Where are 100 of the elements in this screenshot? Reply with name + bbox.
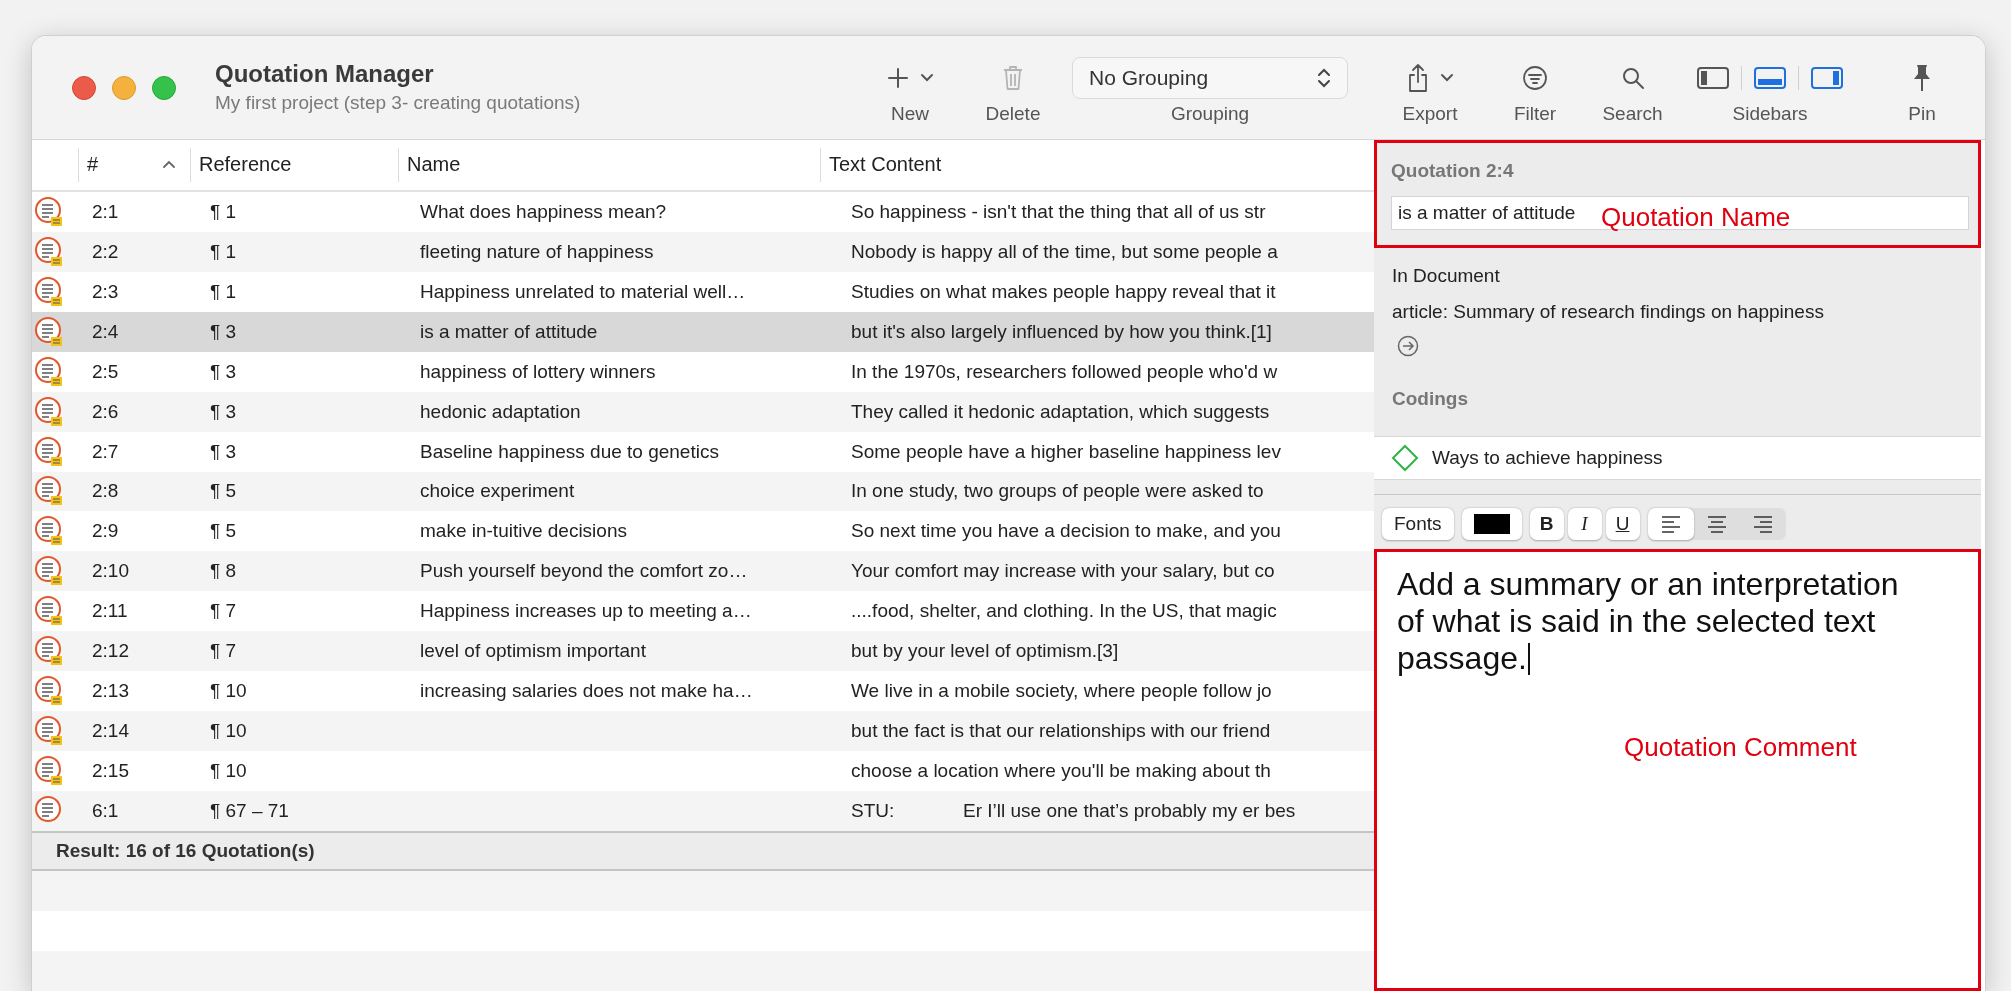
table-cell-text: 2:4 <box>91 320 120 343</box>
pin-icon <box>1911 63 1933 93</box>
table-cell: Your comfort may increase with your salary, but co <box>851 560 1275 583</box>
table-cell: hedonic adaptation <box>420 400 581 423</box>
table-cell: choose a location where you'll be making about th <box>851 760 1271 783</box>
table-cell: happiness of lottery winners <box>420 360 656 383</box>
underline-button[interactable]: U <box>1605 508 1640 540</box>
pin-button[interactable]: Pin <box>1880 36 1964 139</box>
window-title: Quotation Manager <box>215 60 435 88</box>
table-cell: Baseline happiness due to genetics <box>420 440 719 463</box>
table-cell: In the 1970s, researchers followed people who'd w <box>851 360 1278 383</box>
table-cell-text: 2:11 <box>91 600 129 623</box>
table-cell: They called it hedonic adaptation, which suggests <box>851 400 1270 423</box>
color-well[interactable] <box>1461 508 1522 540</box>
export-button[interactable]: Export <box>1380 36 1480 139</box>
result-count: Result: 16 of 16 Quotation(s) <box>56 839 315 862</box>
window-subtitle: My first project (step 3- creating quotations) <box>215 92 581 114</box>
table-cell-text: ¶ 1 <box>209 200 238 223</box>
table-cell: but the fact is that our relationships with our friend <box>851 720 1271 743</box>
table-cell-text: 2:13 <box>91 680 130 703</box>
table-cell-text: ¶ 3 <box>209 320 238 343</box>
table-cell-text: 2:10 <box>91 560 130 583</box>
sidebars-label: Sidebars <box>1732 102 1808 126</box>
table-cell-text: 6:1 <box>91 799 120 822</box>
annotation-label: Quotation Name <box>1601 202 1791 233</box>
table-cell: level of optimism important <box>420 640 646 663</box>
table-cell-text: ¶ 7 <box>209 640 238 663</box>
table-cell-text: 2:15 <box>91 760 130 783</box>
table-cell-text: ¶ 10 <box>209 680 248 703</box>
zoom-button[interactable] <box>152 76 176 100</box>
column-header[interactable]: # <box>78 148 190 182</box>
table-cell: but by your level of optimism.[3] <box>851 640 1119 663</box>
search-button[interactable]: Search <box>1585 36 1680 139</box>
close-button[interactable] <box>72 76 96 100</box>
table-cell-text: ¶ 10 <box>209 760 248 783</box>
caret-icon <box>920 73 934 83</box>
table-cell-text: 2:8 <box>91 480 120 503</box>
grouping-label: Grouping <box>1170 102 1250 126</box>
table-cell: In one study, two groups of people were asked to <box>851 480 1264 503</box>
table-cell: choice experiment <box>420 480 575 503</box>
sidebar-icon <box>1697 67 1729 89</box>
table-cell-text: 2:3 <box>91 280 120 303</box>
filter-icon <box>1522 65 1548 91</box>
comment-text: Add a summary or an interpretation of what is said in the selected text passage. <box>1397 566 1900 677</box>
table-cell: Happiness increases up to meeting a… <box>420 600 752 623</box>
filter-button[interactable]: Filter <box>1485 36 1585 139</box>
table-cell-text: 2:2 <box>91 240 120 263</box>
table-cell: Er I’ll use one that’s probably my er bes <box>963 799 1296 822</box>
plus-icon <box>886 66 910 90</box>
sidebar-icon <box>1811 67 1843 89</box>
table-cell: increasing salaries does not make ha… <box>420 680 753 703</box>
quotation-heading: Quotation 2:4 <box>1391 160 1515 182</box>
table-cell: Happiness unrelated to material well… <box>420 280 746 303</box>
speaker-label: STU: <box>851 799 896 822</box>
table-cell-text: ¶ 3 <box>209 400 238 423</box>
table-cell-text: ¶ 1 <box>209 240 238 263</box>
table-cell-text: 2:7 <box>91 440 120 463</box>
table-cell-text: ¶ 7 <box>209 600 238 623</box>
column-header[interactable]: Reference <box>190 148 398 182</box>
align-left-button[interactable] <box>1647 508 1694 540</box>
table-cell: So happiness - isn't that the thing that all of us str <box>851 200 1266 223</box>
comment-editor[interactable]: Add a summary or an interpretation of what is said in the selected text passage. Quotation Comment <box>1374 549 1981 991</box>
table-cell: fleeting nature of happiness <box>420 240 654 263</box>
table-cell-text: ¶ 1 <box>209 280 238 303</box>
table-cell-text: ¶ 3 <box>209 440 238 463</box>
trash-icon <box>1002 64 1024 92</box>
share-icon <box>1406 63 1430 93</box>
annotation-label: Quotation Comment <box>1624 732 1857 763</box>
table-cell: but it's also largely influenced by how you think.[1] <box>851 320 1272 343</box>
table-cell-text: 2:1 <box>91 200 120 223</box>
table-cell: make in-tuitive decisions <box>420 520 627 543</box>
table-cell: We live in a mobile society, where people follow jo <box>851 680 1272 703</box>
updown-icon <box>1317 67 1331 89</box>
new-button[interactable]: New <box>860 36 960 139</box>
coding-name: Ways to achieve happiness <box>1432 447 1663 469</box>
document-name: article: Summary of research findings on happiness <box>1392 300 1825 324</box>
table-cell-text: ¶ 8 <box>209 560 238 583</box>
table-cell-text: 2:5 <box>91 360 120 383</box>
table-cell-text: ¶ 67 – 71 <box>209 799 290 822</box>
grouping-dropdown[interactable]: No Grouping <box>1072 57 1348 99</box>
table-cell-text: 2:12 <box>91 640 130 663</box>
coding-row[interactable]: Ways to achieve happiness <box>1374 436 1981 480</box>
sidebar-icon <box>1754 67 1786 89</box>
codings-heading: Codings <box>1391 387 1469 411</box>
fonts-button[interactable]: Fonts <box>1382 508 1454 540</box>
table-cell: Nobody is happy all of the time, but some people a <box>851 240 1278 263</box>
table-cell: Some people have a higher baseline happiness lev <box>851 440 1281 463</box>
bold-button[interactable]: B <box>1529 508 1564 540</box>
italic-button[interactable]: I <box>1567 508 1602 540</box>
document-label: In Document <box>1392 264 1501 288</box>
table-cell: is a matter of attitude <box>420 320 598 343</box>
table-cell: What does happiness mean? <box>420 200 667 223</box>
table-cell: ....food, shelter, and clothing. In the US, that magic <box>851 600 1277 623</box>
table-cell-text: ¶ 10 <box>209 720 248 743</box>
caret-icon <box>1440 73 1454 83</box>
table-cell: So next time you have a decision to make, and you <box>851 520 1281 543</box>
table-cell-text: 2:14 <box>91 720 130 743</box>
sort-caret-icon <box>162 160 176 170</box>
column-header[interactable]: Name <box>398 148 820 182</box>
table-cell: Push yourself beyond the comfort zo… <box>420 560 748 583</box>
